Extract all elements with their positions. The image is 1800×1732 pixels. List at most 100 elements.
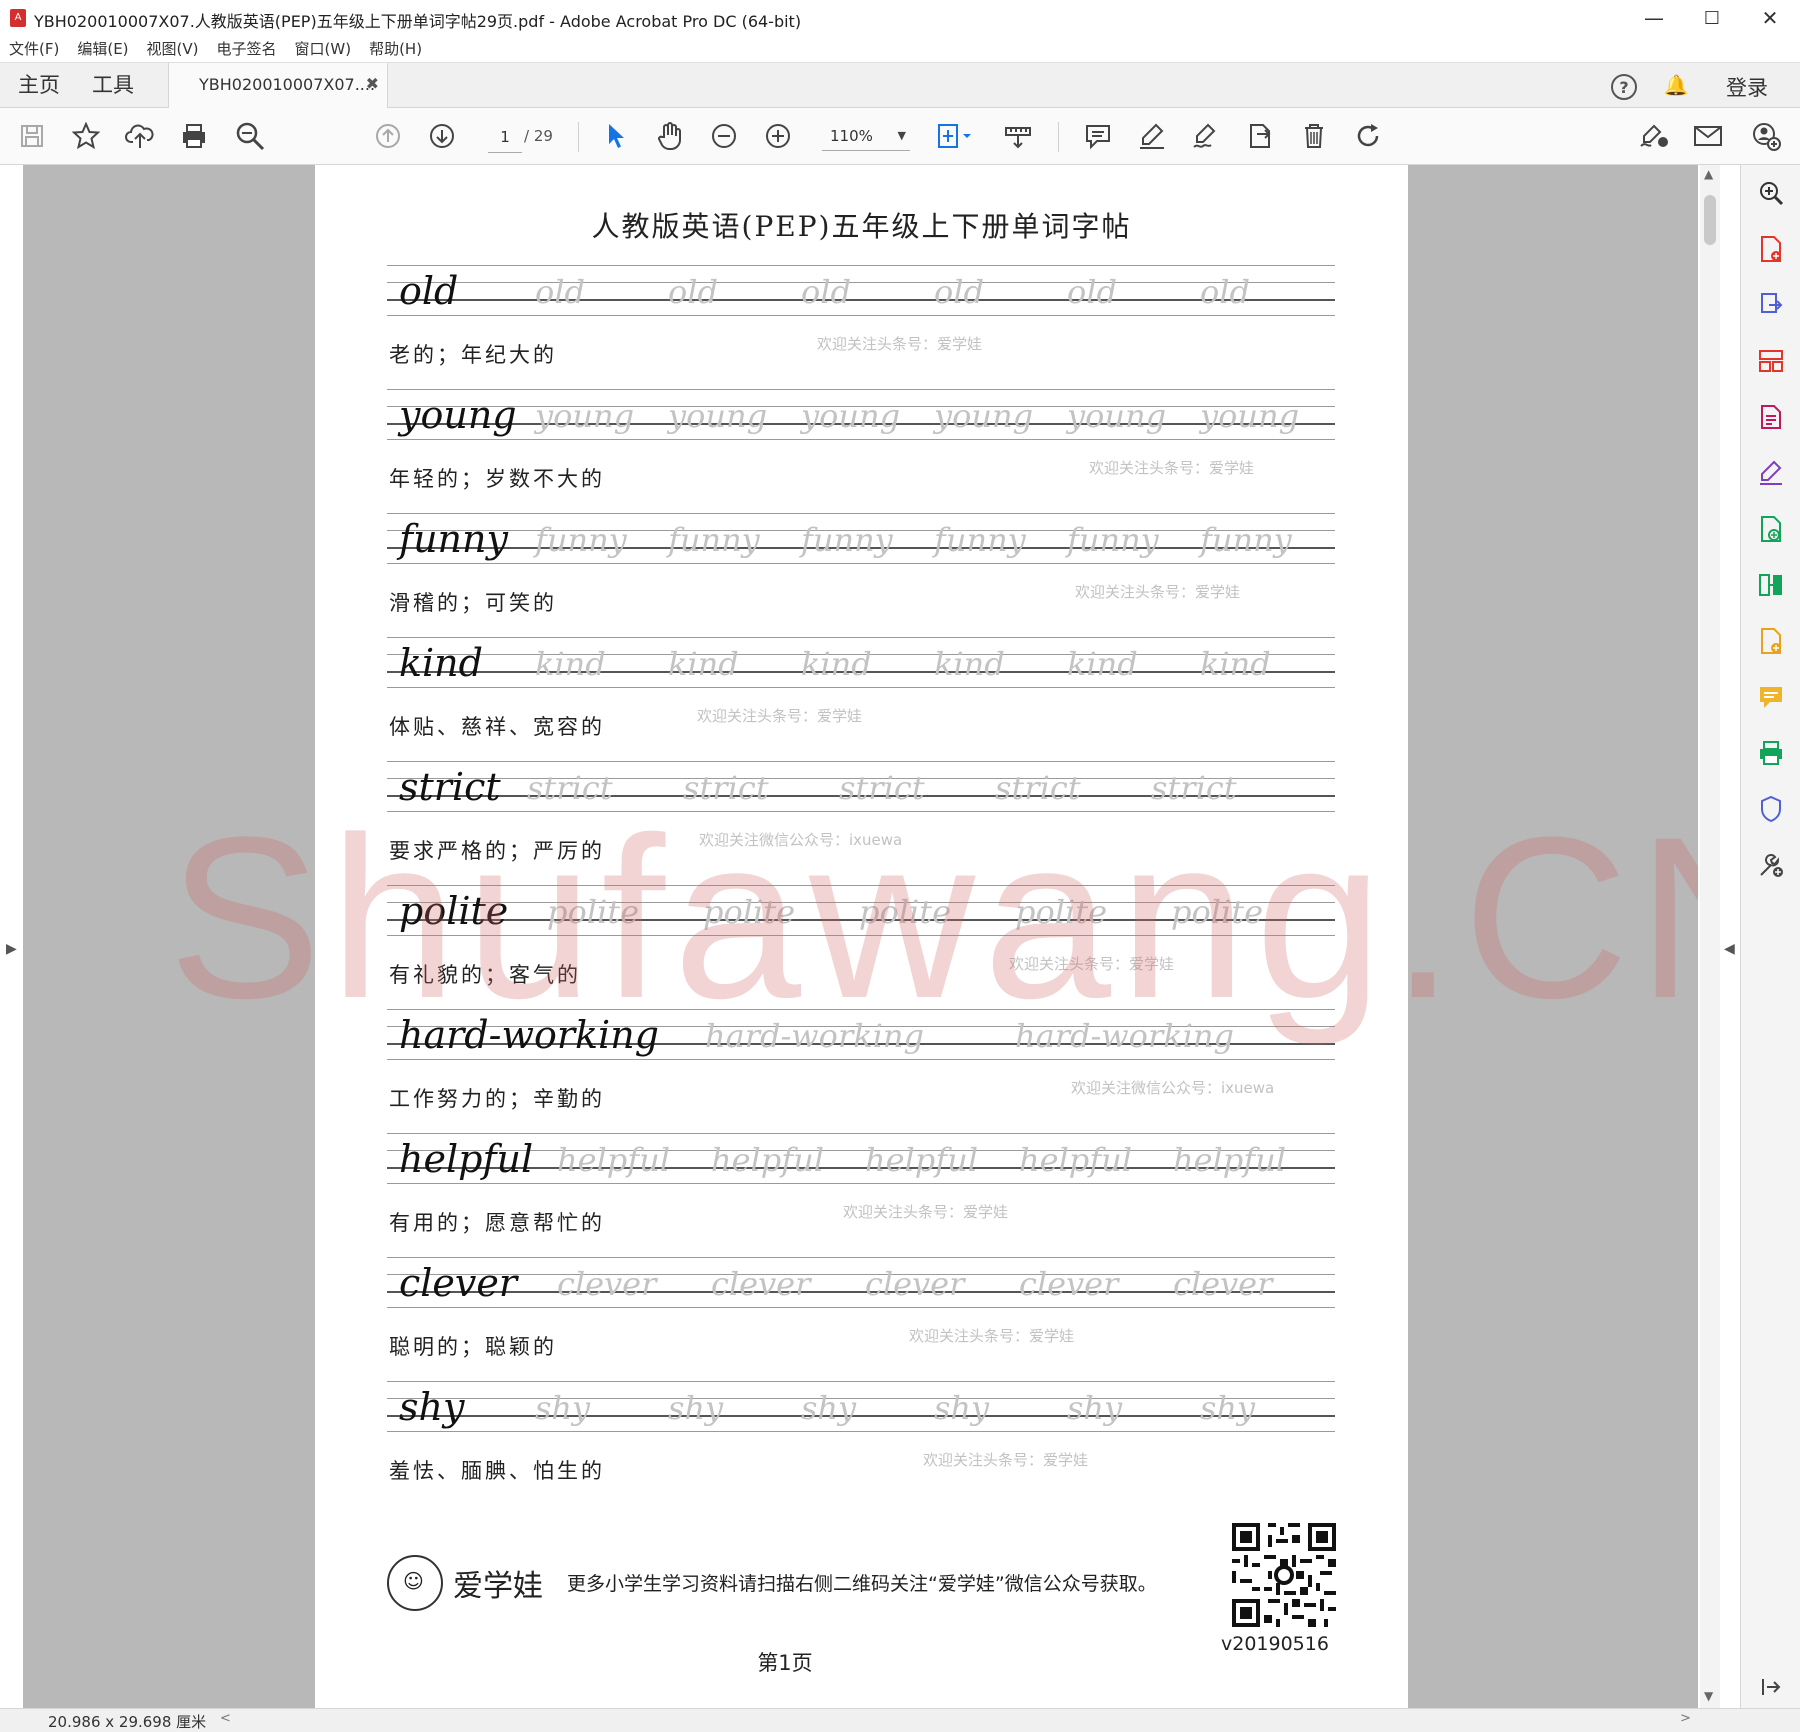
tools-pane [1741,165,1800,1708]
save-icon[interactable] [14,118,50,154]
request-signature-icon[interactable] [1755,457,1787,489]
zoom-level-select[interactable]: 110% ▼ [822,122,910,151]
combine-files-icon[interactable] [1755,513,1787,545]
right-panel-toggle-icon[interactable]: ◀ [1724,941,1735,957]
share-user-icon[interactable] [1748,118,1784,154]
guide-line [387,637,1335,638]
word-row: strict strict strict strict strict stric… [387,761,1335,885]
scroll-down-icon[interactable]: ▼ [1704,1689,1713,1703]
word-trace: kind [668,645,739,683]
select-cursor-icon[interactable] [598,118,634,154]
vertical-scrollbar[interactable]: ▲ ▼ [1700,165,1720,1708]
edit-pdf-icon[interactable] [1755,401,1787,433]
login-button[interactable]: 登录 [1726,72,1768,102]
word-trace: kind [934,645,1005,683]
tab-bar: 主页 工具 YBH020010007X07.... ✖ ? 🔔 登录 [0,63,1800,108]
bookmark-star-icon[interactable] [68,118,104,154]
word-meaning: 老的；年纪大的 [389,343,557,367]
tab-document[interactable]: YBH020010007X07.... ✖ [168,63,388,108]
word-trace: clever [557,1265,657,1303]
scroll-right-icon[interactable]: > [1680,1711,1691,1726]
bell-icon[interactable]: 🔔 [1662,71,1690,99]
word-trace: old [934,273,984,311]
menu-esign[interactable]: 电子签名 [208,36,286,62]
word-trace: strict [527,769,613,807]
maximize-button[interactable]: ☐ [1684,0,1740,36]
delete-icon[interactable] [1296,118,1332,154]
chevron-down-icon: ▼ [897,129,906,142]
guide-line [387,1307,1335,1308]
more-tools-icon[interactable] [1755,849,1787,881]
tab-home[interactable]: 主页 [18,63,60,107]
word-row: shy shy shy shy shy shy shy 羞怯、腼腆、怕生的 欢迎… [387,1381,1335,1505]
help-icon[interactable]: ? [1611,74,1637,100]
zoom-out-icon[interactable] [706,118,742,154]
comment-tool-icon[interactable] [1755,681,1787,713]
document-area[interactable]: 人教版英语(PEP)五年级上下册单词字帖 old old old old old… [23,165,1698,1708]
minimize-button[interactable]: — [1626,0,1682,36]
left-panel-toggle-icon[interactable]: ▶ [6,941,17,957]
cloud-upload-icon[interactable] [122,118,158,154]
hand-tool-icon[interactable] [652,118,688,154]
menu-edit[interactable]: 编辑(E) [68,36,137,62]
print-icon[interactable] [176,118,212,154]
guide-baseline [387,1415,1335,1417]
search-zoom-icon[interactable] [232,118,268,154]
watermark-note: 欢迎关注微信公众号：ixuewa [1071,1079,1275,1097]
create-pdf-icon[interactable] [1755,233,1787,265]
word-trace: hard-working [1015,1017,1234,1055]
word-trace: shy [535,1389,591,1427]
comment-icon[interactable] [1080,118,1116,154]
zoom-in-icon[interactable] [760,118,796,154]
guide-line [387,1257,1335,1258]
close-tab-icon[interactable]: ✖ [366,74,379,93]
menu-file[interactable]: 文件(F) [0,36,68,62]
word-main: shy [399,1385,465,1429]
compare-files-icon[interactable] [1755,569,1787,601]
fill-sign-icon[interactable] [1636,118,1672,154]
menu-window[interactable]: 窗口(W) [286,36,361,62]
watermark-note: 欢迎关注头条号：爱学娃 [697,707,863,725]
stamp-icon[interactable] [1242,118,1278,154]
word-trace: old [801,273,851,311]
export-pdf-icon[interactable] [1755,289,1787,321]
word-trace: funny [1200,521,1292,559]
guide-line [387,282,1335,283]
watermark-note: 欢迎关注头条号：爱学娃 [1075,583,1241,601]
word-row: helpful helpful helpful helpful helpful … [387,1133,1335,1257]
word-trace: strict [1151,769,1237,807]
next-page-icon[interactable] [424,118,460,154]
organize-pages-icon[interactable] [1755,345,1787,377]
word-trace: helpful [865,1141,978,1179]
collapse-pane-icon[interactable] [1755,1671,1787,1703]
word-row: kind kind kind kind kind kind kind 体贴、慈祥… [387,637,1335,761]
zoom-search-icon[interactable] [1755,177,1787,209]
menu-view[interactable]: 视图(V) [138,36,208,62]
menu-help[interactable]: 帮助(H) [360,36,431,62]
word-trace: shy [668,1389,724,1427]
close-window-button[interactable]: ✕ [1742,0,1798,36]
word-main: funny [399,517,508,561]
page-total: / 29 [524,127,553,145]
highlight-pen-icon[interactable] [1134,118,1170,154]
scrollbar-thumb[interactable] [1704,195,1716,245]
word-trace: funny [535,521,627,559]
page-number-input[interactable] [488,122,522,153]
word-meaning: 有用的；愿意帮忙的 [389,1211,605,1235]
protect-shield-icon[interactable] [1755,793,1787,825]
email-icon[interactable] [1690,118,1726,154]
previous-page-icon[interactable] [370,118,406,154]
rotate-icon[interactable] [1350,118,1386,154]
print-production-icon[interactable] [1755,737,1787,769]
word-trace: funny [1067,521,1159,559]
page-fit-icon[interactable] [932,118,978,154]
scroll-up-icon[interactable]: ▲ [1704,167,1713,181]
document-viewport: ▶ 人教版英语(PEP)五年级上下册单词字帖 old old old old o… [0,165,1741,1708]
word-row: polite polite polite polite polite polit… [387,885,1335,1009]
word-meaning: 年轻的；岁数不大的 [389,467,605,491]
tab-tools[interactable]: 工具 [92,63,134,107]
measure-tool-icon[interactable] [1000,118,1036,154]
scroll-left-icon[interactable]: < [220,1711,231,1726]
draw-sign-icon[interactable] [1188,118,1224,154]
fill-form-icon[interactable] [1755,625,1787,657]
